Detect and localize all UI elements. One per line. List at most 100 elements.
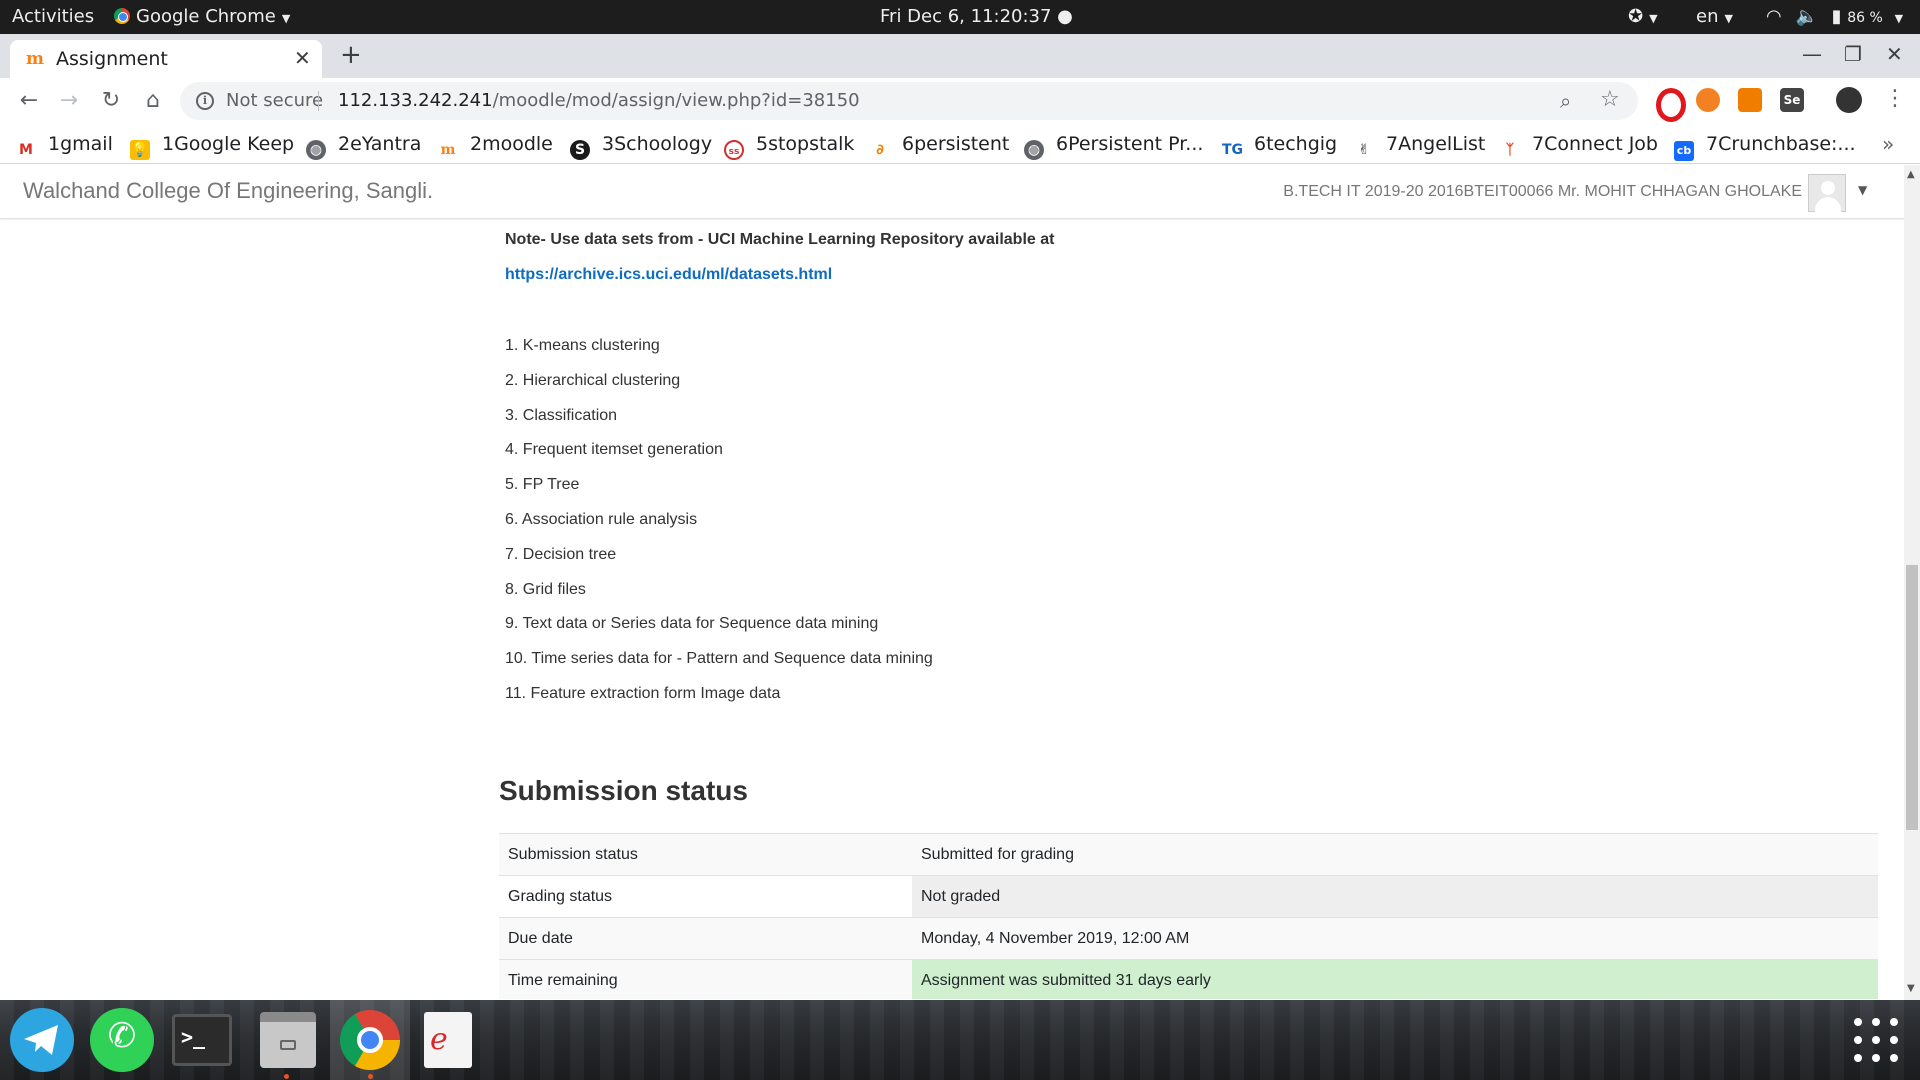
close-window-icon[interactable]: ✕ (1886, 42, 1903, 66)
language-menu[interactable]: en ▼ (1696, 0, 1733, 34)
activities-button[interactable]: Activities (12, 0, 94, 34)
files-icon[interactable] (260, 1012, 316, 1068)
bookmark-label: 7Connect Job (1532, 133, 1658, 155)
site-name-link[interactable]: Walchand College Of Engineering, Sangli. (23, 178, 433, 204)
volume-muted-icon: 🔈 (1795, 6, 1818, 27)
table-row: Grading status Not graded (499, 875, 1878, 918)
scroll-up-icon[interactable]: ▲ (1907, 169, 1915, 180)
show-applications-icon[interactable] (1854, 1018, 1898, 1062)
battery-icon: ▮ (1831, 6, 1842, 27)
bookmark-crunchbase[interactable]: cb 7Crunchbase:... (1674, 132, 1856, 161)
page-scrollbar[interactable]: ▲ ▼ (1904, 165, 1920, 1000)
angellist-icon: ✌ (1358, 142, 1370, 158)
running-indicator (284, 1074, 289, 1079)
extension-icon[interactable] (1696, 88, 1720, 112)
reload-icon[interactable]: ↻ (96, 86, 126, 116)
opera-extension-icon[interactable] (1654, 88, 1686, 122)
scroll-down-icon[interactable]: ▼ (1907, 983, 1915, 994)
keep-icon: 💡 (130, 140, 150, 160)
bookmark-gmail[interactable]: M 1gmail (16, 132, 113, 158)
tab-title: Assignment (56, 48, 168, 70)
bookmark-label: 6techgig (1254, 133, 1338, 155)
page-content: Note- Use data sets from - UCI Machine L… (0, 220, 1904, 999)
scrollbar-thumb[interactable] (1906, 565, 1918, 830)
clock[interactable]: Fri Dec 6, 11:20:37 ● (880, 0, 1073, 34)
address-bar[interactable]: i Not secure 112.133.242.241/moodle/mod/… (180, 82, 1638, 120)
bookmark-label: 6Persistent Pr... (1056, 133, 1204, 155)
bookmark-label: 1Google Keep (162, 133, 295, 155)
user-menu-name[interactable]: B.TECH IT 2019-20 2016BTEIT00066 Mr. MOH… (1283, 183, 1802, 201)
submission-status-heading: Submission status (499, 775, 748, 806)
chevron-down-icon[interactable]: ▼ (1858, 183, 1867, 197)
profile-avatar-icon[interactable] (1836, 87, 1862, 113)
bookmark-moodle[interactable]: m 2moodle (438, 132, 553, 158)
bookmark-google-keep[interactable]: 💡 1Google Keep (130, 132, 295, 160)
table-row: Due date Monday, 4 November 2019, 12:00 … (499, 917, 1878, 960)
row-label: Submission status (499, 833, 912, 876)
telegram-icon[interactable] (10, 1008, 74, 1072)
url-host: 112.133.242.241 (338, 90, 493, 111)
list-item: 8. Grid files (505, 580, 586, 598)
chevron-right-double-icon[interactable]: » (1882, 132, 1894, 156)
minimize-icon[interactable]: — (1802, 42, 1822, 66)
moodle-navbar: Walchand College Of Engineering, Sangli.… (0, 165, 1920, 219)
techgig-icon: TG (1222, 142, 1244, 158)
table-row: Time remaining Assignment was submitted … (499, 959, 1878, 999)
list-item: 11. Feature extraction form Image data (505, 684, 781, 702)
bookmark-persistent[interactable]: ∂ 6persistent (870, 132, 1009, 158)
avatar[interactable] (1808, 174, 1846, 213)
system-menu[interactable]: ◠ 🔈 ▮ 86 % ▼ (1766, 0, 1903, 34)
zoom-icon[interactable]: ⌕ (1560, 89, 1571, 113)
bookmark-persistent-pr[interactable]: ◍ 6Persistent Pr... (1024, 132, 1204, 160)
bookmark-schoology[interactable]: S 3Schoology (570, 132, 712, 160)
home-icon[interactable]: ⌂ (138, 86, 168, 116)
topic-list: 1. K-means clustering 2. Hierarchical cl… (505, 336, 933, 719)
uci-datasets-link[interactable]: https://archive.ics.uci.edu/ml/datasets.… (505, 266, 832, 284)
tab-assignment[interactable]: m Assignment ✕ (10, 40, 322, 78)
bookmark-techgig[interactable]: TG 6techgig (1222, 132, 1338, 158)
selenium-extension-icon[interactable]: Se (1780, 88, 1804, 112)
language-label: en (1696, 6, 1719, 27)
gmail-icon: M (19, 142, 33, 158)
new-tab-button[interactable]: + (340, 40, 362, 70)
running-indicator (368, 1074, 373, 1079)
browser-toolbar: ← → ↻ ⌂ i Not secure 112.133.242.241/moo… (0, 78, 1920, 124)
chrome-icon[interactable] (340, 1010, 400, 1070)
bookmark-star-icon[interactable]: ☆ (1600, 87, 1620, 112)
list-item: 4. Frequent itemset generation (505, 441, 723, 459)
accessibility-menu[interactable]: ✪ ▼ (1628, 0, 1658, 34)
back-arrow-icon[interactable]: ← (14, 86, 44, 116)
url-path: /moodle/mod/assign/view.php?id=38150 (492, 90, 860, 111)
bookmark-stopstalk[interactable]: ss 5stopstalk (724, 132, 854, 160)
bookmark-connect-job[interactable]: ᛉ 7Connect Job (1500, 132, 1658, 158)
forward-arrow-icon[interactable]: → (54, 86, 84, 116)
list-item: 1. K-means clustering (505, 337, 660, 354)
table-row: Submission status Submitted for grading (499, 833, 1878, 876)
url-text[interactable]: 112.133.242.241/moodle/mod/assign/view.p… (338, 90, 860, 111)
restore-icon[interactable]: ❐ (1844, 42, 1862, 66)
list-item: 3. Classification (505, 406, 618, 424)
persistent-icon: ∂ (876, 142, 884, 158)
app-menu[interactable]: Google Chrome ▼ (114, 0, 290, 34)
list-item: 10. Time series data for - Pattern and S… (505, 650, 933, 668)
info-icon[interactable]: i (196, 92, 214, 110)
document-viewer-icon[interactable]: e (424, 1012, 472, 1068)
not-secure-label[interactable]: Not secure (226, 90, 323, 111)
bookmark-eyantra[interactable]: ◍ 2eYantra (306, 132, 421, 160)
close-tab-icon[interactable]: ✕ (294, 46, 311, 70)
terminal-icon[interactable]: >_ (172, 1014, 232, 1066)
chrome-icon (114, 8, 130, 24)
bookmark-label: 1gmail (48, 133, 113, 155)
moodle-favicon-icon: m (26, 49, 44, 69)
assignment-note: Note- Use data sets from - UCI Machine L… (505, 231, 1055, 248)
more-menu-icon[interactable]: ⋮ (1884, 86, 1906, 111)
row-label: Due date (499, 917, 912, 960)
chevron-down-icon: ▼ (1894, 12, 1904, 25)
analytics-extension-icon[interactable] (1738, 88, 1762, 112)
accessibility-icon: ✪ (1628, 6, 1644, 27)
whatsapp-icon[interactable]: ✆ (90, 1008, 154, 1072)
moodle-icon: m (440, 142, 456, 158)
bookmark-angellist[interactable]: ✌ 7AngelList (1354, 132, 1485, 158)
globe-icon: ◍ (306, 140, 326, 160)
list-item: 2. Hierarchical clustering (505, 371, 681, 389)
